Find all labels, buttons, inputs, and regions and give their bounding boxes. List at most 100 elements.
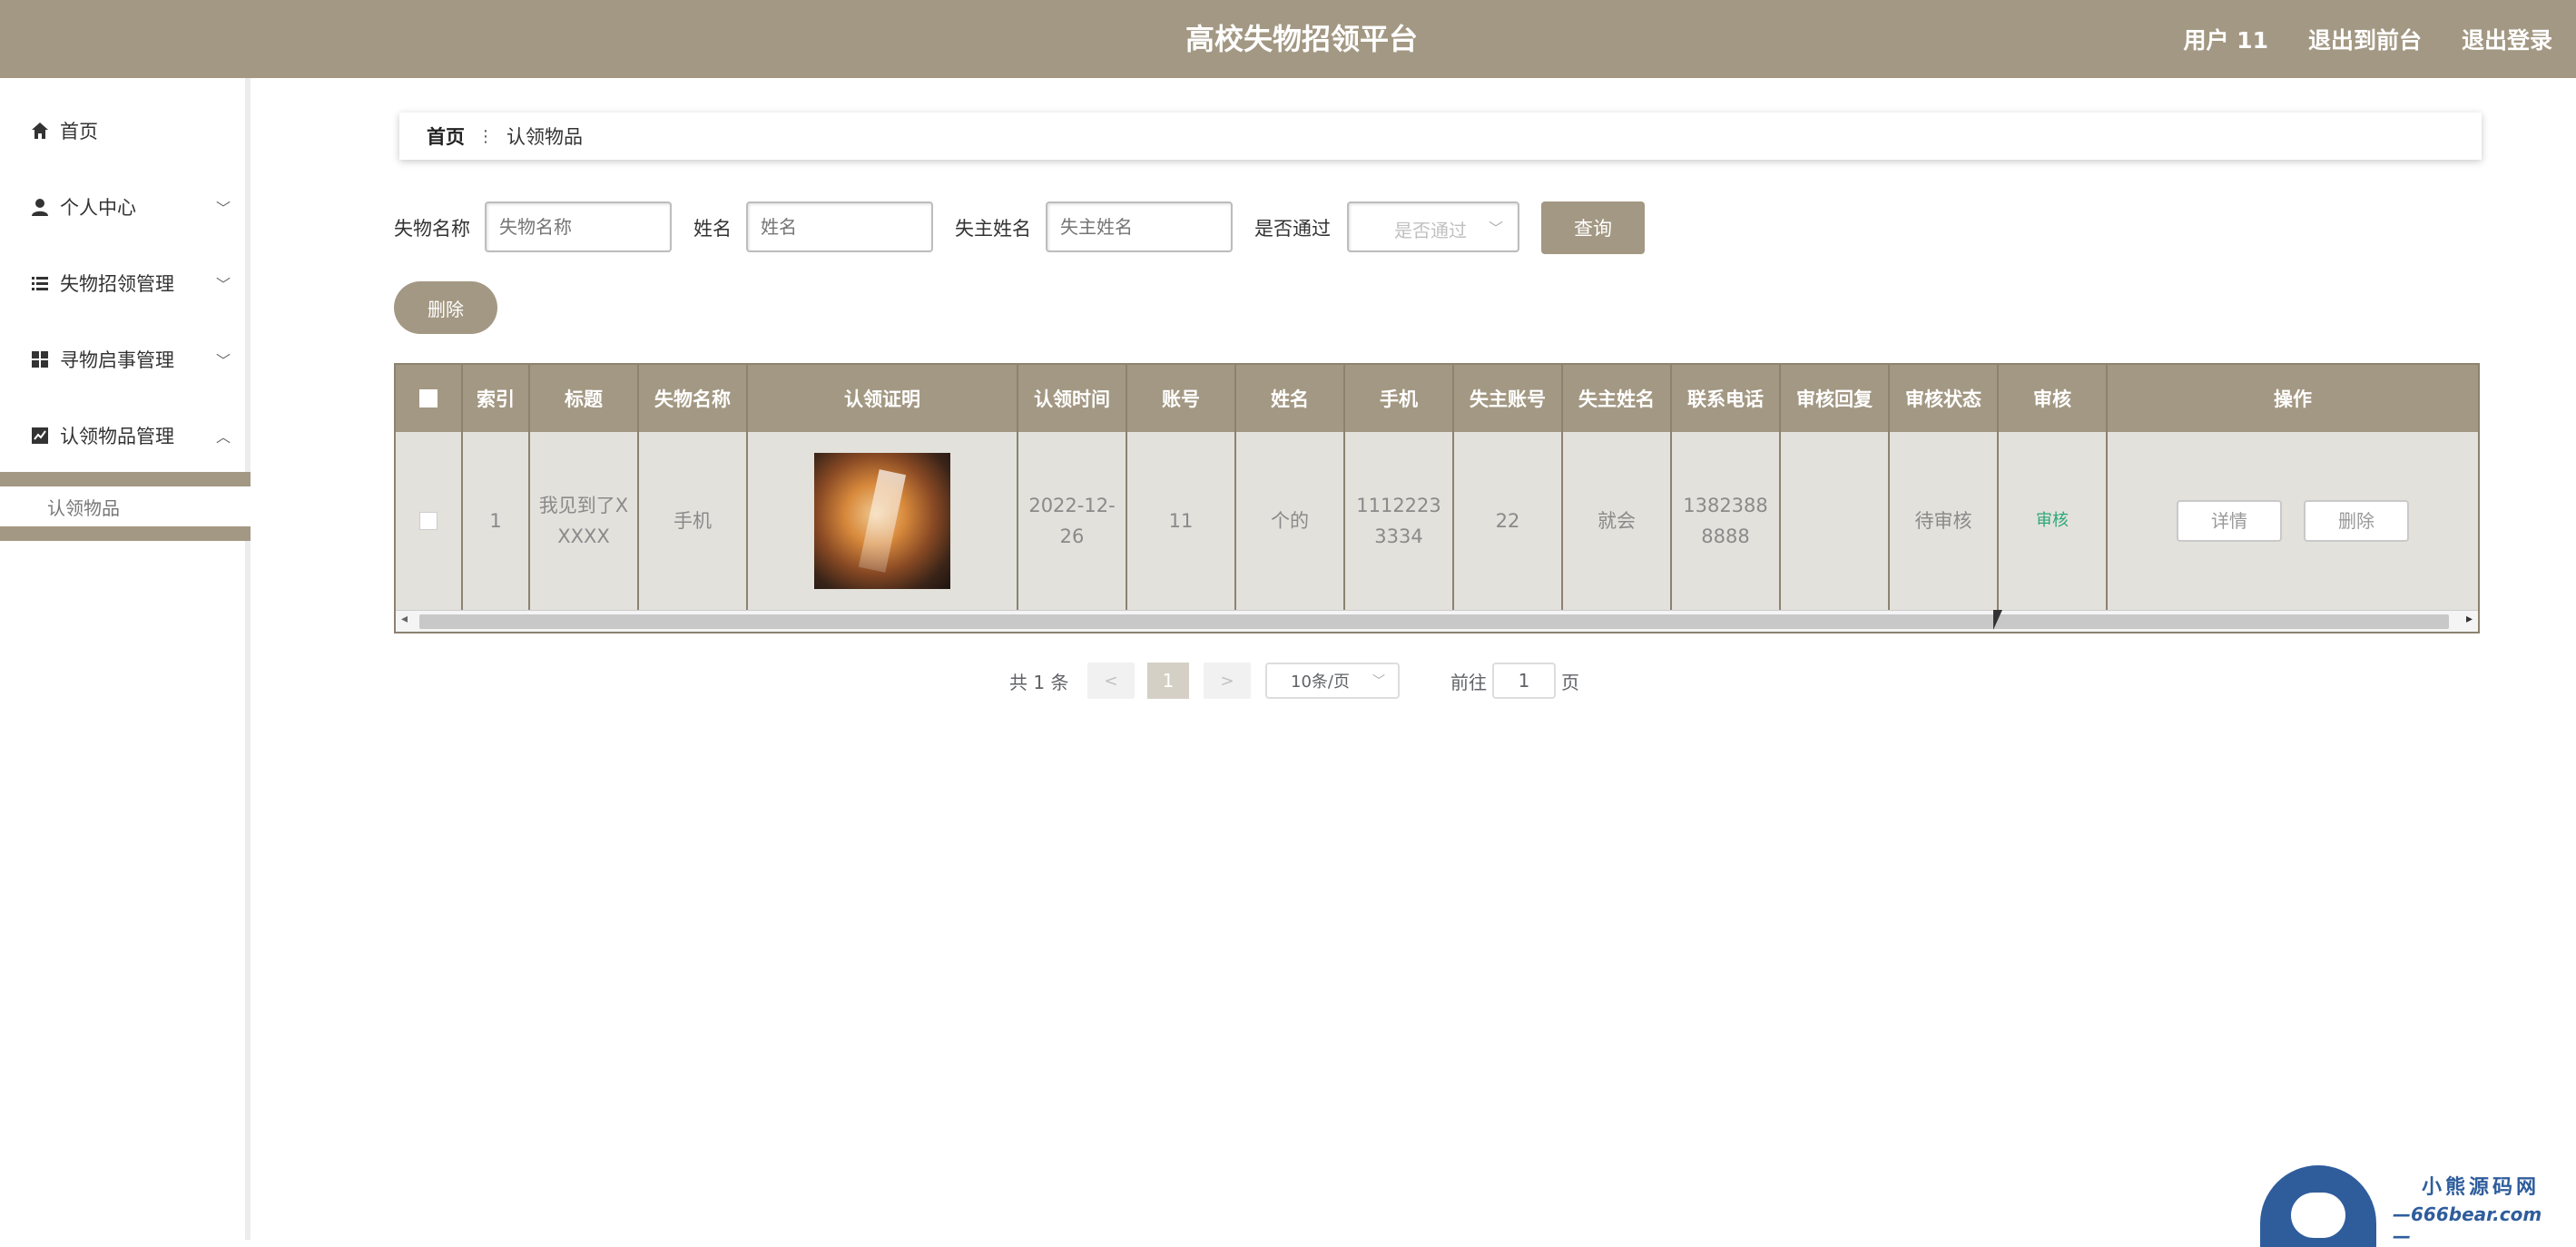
breadcrumb-current: 认领物品 xyxy=(506,126,583,148)
sidebar-item-label: 个人中心 xyxy=(60,197,136,219)
item-name-input[interactable] xyxy=(485,201,672,252)
name-label: 姓名 xyxy=(693,218,732,240)
cell-audit-status: 待审核 xyxy=(1890,432,1999,610)
cell-claim-proof xyxy=(748,432,1018,610)
cell-contact-phone: 13823888888 xyxy=(1672,432,1781,610)
goto-label: 前往 xyxy=(1450,671,1487,693)
cell-phone: 11122233334 xyxy=(1345,432,1454,610)
row-select-cell xyxy=(396,432,463,610)
pagination-total: 共 1 条 xyxy=(1009,671,1069,693)
sidebar-subitem-label: 认领物品 xyxy=(47,497,120,519)
col-audit: 审核 xyxy=(1999,365,2108,432)
sidebar: 首页 个人中心 ﹀ 失物招领管理 ﹀ 寻物启事管理 ﹀ 认领物品管理 ︿ 认领物… xyxy=(0,78,251,1240)
table-row: 1 我见到了XXXXX 手机 2022-12-26 11 个的 11122233… xyxy=(396,432,2478,610)
cell-account: 11 xyxy=(1127,432,1236,610)
sidebar-item-label: 失物招领管理 xyxy=(60,273,174,295)
watermark-title: 小熊源码网 xyxy=(2422,1176,2541,1199)
col-owner-name: 失主姓名 xyxy=(1563,365,1672,432)
col-account: 账号 xyxy=(1127,365,1236,432)
col-actions: 操作 xyxy=(2274,388,2312,410)
mouse-cursor-icon xyxy=(1993,610,2010,630)
col-name: 姓名 xyxy=(1236,365,1345,432)
submenu-divider xyxy=(0,472,251,486)
chevron-down-icon: ﹀ xyxy=(216,276,231,293)
claim-proof-image[interactable] xyxy=(814,453,950,589)
chevron-up-icon: ︿ xyxy=(216,428,231,446)
cell-name: 个的 xyxy=(1236,432,1345,610)
col-contact-phone: 联系电话 xyxy=(1672,365,1781,432)
grid-icon xyxy=(29,349,51,370)
col-phone: 手机 xyxy=(1345,365,1454,432)
query-button[interactable]: 查询 xyxy=(1541,201,1645,254)
horizontal-scrollbar[interactable]: ◂ ▸ xyxy=(396,610,2478,632)
table-header: 索引 标题 失物名称 认领证明 认领时间 账号 姓名 手机 失主账号 失主姓名 … xyxy=(396,365,2478,432)
submenu-divider xyxy=(0,526,251,541)
page-size-value: 10条/页 xyxy=(1291,673,1350,692)
owner-name-input[interactable] xyxy=(1046,201,1233,252)
row-delete-button[interactable]: 删除 xyxy=(2304,500,2409,542)
col-index: 索引 xyxy=(463,365,530,432)
bear-logo-icon xyxy=(2260,1165,2376,1247)
sidebar-item-label: 认领物品管理 xyxy=(60,426,174,447)
owner-name-label: 失主姓名 xyxy=(955,218,1031,240)
cell-title: 我见到了XXXXX xyxy=(530,432,639,610)
col-audit-status: 审核状态 xyxy=(1890,365,1999,432)
cell-owner-account: 22 xyxy=(1454,432,1563,610)
top-header: 高校失物招领平台 用户 11 退出到前台 退出登录 xyxy=(0,0,2576,78)
page-size-select[interactable]: 10条/页 ﹀ xyxy=(1265,663,1400,699)
page-suffix: 页 xyxy=(1561,671,1579,693)
col-item-name: 失物名称 xyxy=(639,365,748,432)
cell-audit-reply xyxy=(1781,432,1890,610)
audit-link[interactable]: 审核 xyxy=(2036,506,2069,536)
home-icon xyxy=(29,120,51,142)
cell-index: 1 xyxy=(463,432,530,610)
sidebar-subitem-claimed-items[interactable]: 认领物品 xyxy=(0,486,251,526)
chevron-down-icon: ﹀ xyxy=(1489,220,1504,237)
col-audit-reply: 审核回复 xyxy=(1781,365,1890,432)
goto-page-input[interactable]: 1 xyxy=(1492,663,1556,699)
breadcrumb: 首页 ⋮ 认领物品 xyxy=(399,113,2482,160)
sidebar-item-label: 首页 xyxy=(60,121,98,142)
scroll-left-icon[interactable]: ◂ xyxy=(401,612,408,626)
passed-select[interactable]: 是否通过 ﹀ xyxy=(1347,201,1519,252)
col-title: 标题 xyxy=(530,365,639,432)
next-page-button[interactable]: > xyxy=(1204,663,1251,699)
chevron-down-icon: ﹀ xyxy=(216,200,231,217)
sidebar-item-lost-found[interactable]: 失物招领管理 ﹀ xyxy=(0,265,245,301)
chevron-down-icon: ﹀ xyxy=(216,352,231,369)
col-claim-time: 认领时间 xyxy=(1018,365,1127,432)
logout-link[interactable]: 退出登录 xyxy=(2462,23,2552,55)
watermark-url: —666bear.com— xyxy=(2393,1203,2542,1247)
watermark-logo: 小熊源码网 —666bear.com— xyxy=(2260,1162,2551,1247)
sidebar-item-personal-center[interactable]: 个人中心 ﹀ xyxy=(0,189,245,225)
scroll-right-icon[interactable]: ▸ xyxy=(2466,612,2473,626)
breadcrumb-home[interactable]: 首页 xyxy=(427,123,465,150)
passed-label: 是否通过 xyxy=(1254,218,1331,240)
claims-table: 索引 标题 失物名称 认领证明 认领时间 账号 姓名 手机 失主账号 失主姓名 … xyxy=(394,363,2480,633)
passed-select-placeholder: 是否通过 xyxy=(1394,220,1467,241)
sidebar-item-home[interactable]: 首页 xyxy=(0,113,245,149)
user-icon xyxy=(29,196,51,218)
sidebar-item-claim-management[interactable]: 认领物品管理 ︿ xyxy=(0,417,245,454)
cell-item-name: 手机 xyxy=(639,432,748,610)
cell-owner-name: 就会 xyxy=(1563,432,1672,610)
name-input[interactable] xyxy=(746,201,933,252)
col-owner-account: 失主账号 xyxy=(1454,365,1563,432)
select-all-checkbox[interactable] xyxy=(419,389,438,407)
prev-page-button[interactable]: < xyxy=(1087,663,1135,699)
cell-claim-time: 2022-12-26 xyxy=(1018,432,1127,610)
scrollbar-thumb[interactable] xyxy=(419,614,2449,629)
sidebar-item-lost-notice[interactable]: 寻物启事管理 ﹀ xyxy=(0,341,245,378)
list-icon xyxy=(29,272,51,294)
header-actions: 用户 11 退出到前台 退出登录 xyxy=(2183,0,2552,78)
chart-icon xyxy=(29,425,51,447)
sidebar-item-label: 寻物启事管理 xyxy=(60,349,174,371)
back-to-front-link[interactable]: 退出到前台 xyxy=(2308,23,2422,55)
col-claim-proof: 认领证明 xyxy=(748,365,1018,432)
row-checkbox[interactable] xyxy=(419,512,438,530)
detail-button[interactable]: 详情 xyxy=(2177,500,2282,542)
item-name-label: 失物名称 xyxy=(394,218,470,240)
batch-delete-button[interactable]: 删除 xyxy=(394,281,497,334)
current-user: 用户 11 xyxy=(2183,27,2268,54)
current-page[interactable]: 1 xyxy=(1147,663,1189,699)
